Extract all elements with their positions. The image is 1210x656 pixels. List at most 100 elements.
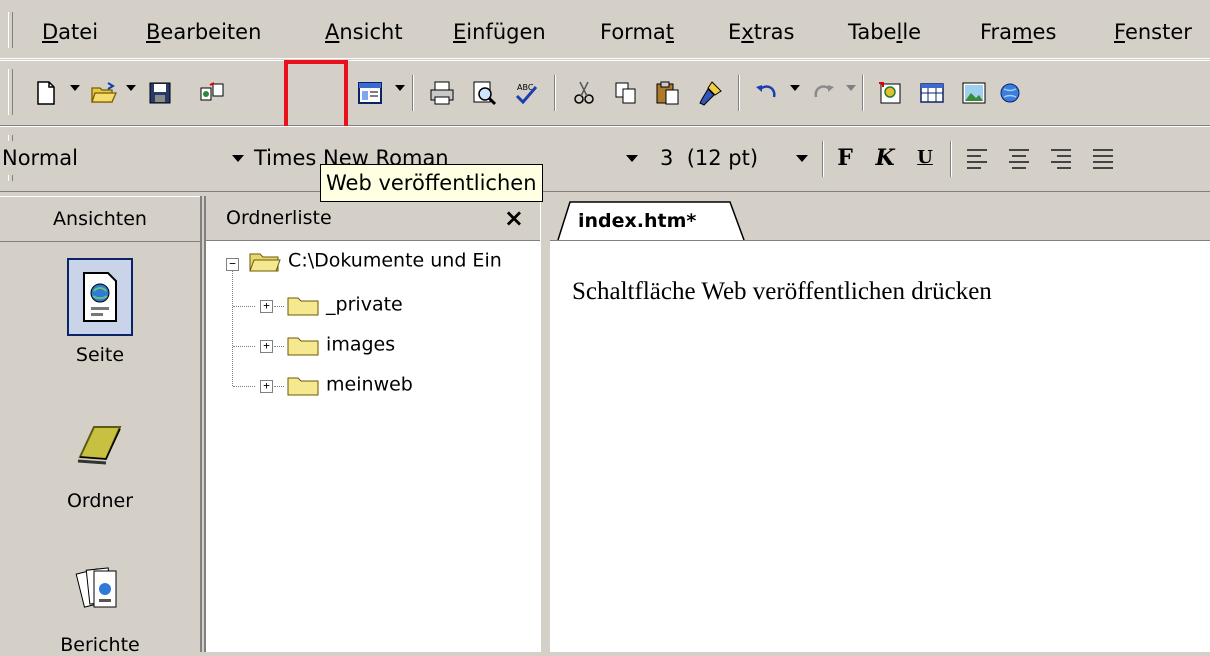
- print-icon[interactable]: [424, 75, 460, 111]
- close-icon[interactable]: ×: [504, 196, 524, 240]
- redo-icon[interactable]: [806, 75, 842, 111]
- view-page[interactable]: Seite: [0, 258, 200, 366]
- size-combo[interactable]: 3 (12 pt): [660, 141, 790, 175]
- tree-item-label: _private: [326, 293, 403, 316]
- new-dropdown-icon[interactable]: [70, 85, 80, 91]
- reports-view-icon: [67, 550, 133, 628]
- font-dropdown-icon[interactable]: [620, 141, 644, 175]
- tree-line: [274, 306, 284, 307]
- document-text[interactable]: Schaltfläche Web veröffentlichen drücken: [572, 278, 992, 306]
- publish-files-icon[interactable]: [194, 75, 230, 111]
- expand-icon[interactable]: +: [260, 380, 273, 393]
- web-component-icon[interactable]: [352, 75, 388, 111]
- menu-tabelle[interactable]: Tabelle: [848, 17, 921, 47]
- folder-icon: [287, 337, 319, 356]
- undo-icon[interactable]: [748, 75, 784, 111]
- view-label: Ordner: [66, 490, 134, 512]
- spelling-icon[interactable]: ABC: [508, 75, 544, 111]
- cut-icon[interactable]: [566, 75, 602, 111]
- toolbar-separator: [822, 141, 824, 177]
- align-right-icon[interactable]: [1046, 141, 1076, 175]
- format-painter-icon[interactable]: [692, 75, 728, 111]
- save-icon[interactable]: [142, 75, 178, 111]
- bold-button[interactable]: F: [828, 139, 862, 177]
- copy-icon[interactable]: [608, 75, 644, 111]
- tooltip: Web veröffentlichen: [320, 164, 543, 202]
- paste-icon[interactable]: [650, 75, 686, 111]
- align-left-icon[interactable]: [962, 141, 992, 175]
- publish-highlight-frame: [284, 60, 348, 132]
- tree-line: [274, 346, 284, 347]
- tree-root[interactable]: C:\Dokumente und Ein: [248, 248, 502, 274]
- undo-dropdown-icon[interactable]: [790, 85, 800, 91]
- tab-index-htm[interactable]: index.htm*: [564, 202, 716, 241]
- folder-view-icon: [67, 404, 133, 482]
- menu-bearbeiten[interactable]: Bearbeiten: [146, 17, 261, 47]
- menu-fenster[interactable]: Fenster: [1114, 17, 1192, 47]
- menu-einfuegen[interactable]: Einfügen: [453, 17, 546, 47]
- menu-extras[interactable]: Extras: [728, 17, 794, 47]
- menubar-grip[interactable]: [8, 12, 13, 48]
- size-value: 3 (12 pt): [660, 146, 759, 170]
- tree-line: [233, 346, 255, 347]
- italic-button[interactable]: K: [868, 139, 902, 177]
- style-dropdown-icon[interactable]: [226, 141, 250, 175]
- toolbar-separator: [738, 75, 740, 111]
- size-dropdown-icon[interactable]: [790, 141, 814, 175]
- redo-dropdown-icon[interactable]: [846, 85, 856, 91]
- tree-item-images[interactable]: images: [286, 332, 395, 358]
- toolbar-separator: [862, 75, 864, 111]
- justify-icon[interactable]: [1088, 141, 1118, 175]
- menu-format[interactable]: Format: [600, 17, 674, 47]
- preview-icon[interactable]: [466, 75, 502, 111]
- standard-toolbar: ABC: [0, 60, 1210, 175]
- expand-icon[interactable]: +: [260, 300, 273, 313]
- menu-datei[interactable]: Datei: [42, 17, 98, 47]
- toolbar-separator: [554, 75, 556, 111]
- underline-button[interactable]: U: [908, 139, 942, 177]
- menu-bar: Datei Bearbeiten Ansicht Einfügen Format…: [0, 0, 1210, 59]
- tree-item-meinweb[interactable]: meinweb: [286, 372, 413, 398]
- tree-item-label: images: [326, 333, 396, 356]
- web-component-dropdown-icon[interactable]: [395, 85, 405, 91]
- expand-icon[interactable]: +: [260, 340, 273, 353]
- collapse-icon[interactable]: −: [226, 258, 239, 271]
- folder-icon: [287, 297, 319, 316]
- style-combo[interactable]: Normal: [0, 141, 240, 175]
- view-folders[interactable]: Ordner: [0, 404, 200, 512]
- editor-pane: index.htm* Schaltfläche Web veröffentlic…: [550, 196, 1210, 652]
- view-label: Seite: [75, 344, 125, 366]
- format-toolbar: Normal Times New Roman 3 (12 pt) F K U: [0, 126, 1210, 192]
- toolbar-grip[interactable]: [8, 69, 13, 115]
- menu-ansicht[interactable]: Ansicht: [325, 17, 403, 47]
- tree-line: [274, 386, 284, 387]
- views-header: Ansichten: [0, 196, 200, 242]
- new-page-icon[interactable]: [28, 75, 64, 111]
- page-view-icon: [67, 258, 133, 336]
- view-reports[interactable]: Berichte: [0, 550, 200, 656]
- tree-line: [233, 386, 255, 387]
- folder-list-title: Ordnerliste: [226, 207, 332, 229]
- tree-line: [233, 306, 255, 307]
- folder-list-pane: Ordnerliste × − C:\Dokumente und Ein + _…: [204, 196, 542, 652]
- insert-component-icon[interactable]: [872, 75, 908, 111]
- document-tabs: index.htm*: [550, 196, 1210, 241]
- folder-icon: [287, 377, 319, 396]
- tree-item-private[interactable]: _private: [286, 292, 403, 318]
- toolbar-separator: [950, 141, 952, 177]
- menu-frames[interactable]: Frames: [980, 17, 1056, 47]
- insert-table-icon[interactable]: [914, 75, 950, 111]
- views-pane: Ansichten Seite Ordner Berichte: [0, 196, 202, 656]
- folder-list-header: Ordnerliste ×: [206, 196, 542, 241]
- open-folder-icon[interactable]: [86, 75, 122, 111]
- insert-picture-icon[interactable]: [956, 75, 992, 111]
- tree-root-label: C:\Dokumente und Ein: [288, 249, 502, 272]
- align-center-icon[interactable]: [1004, 141, 1034, 175]
- view-label: Berichte: [60, 634, 140, 656]
- open-dropdown-icon[interactable]: [126, 85, 136, 91]
- toolbar-separator: [412, 75, 414, 111]
- style-value: Normal: [2, 146, 78, 170]
- hyperlink-icon[interactable]: [994, 75, 1030, 111]
- tree-line: [232, 268, 233, 386]
- tree-item-label: meinweb: [326, 373, 413, 396]
